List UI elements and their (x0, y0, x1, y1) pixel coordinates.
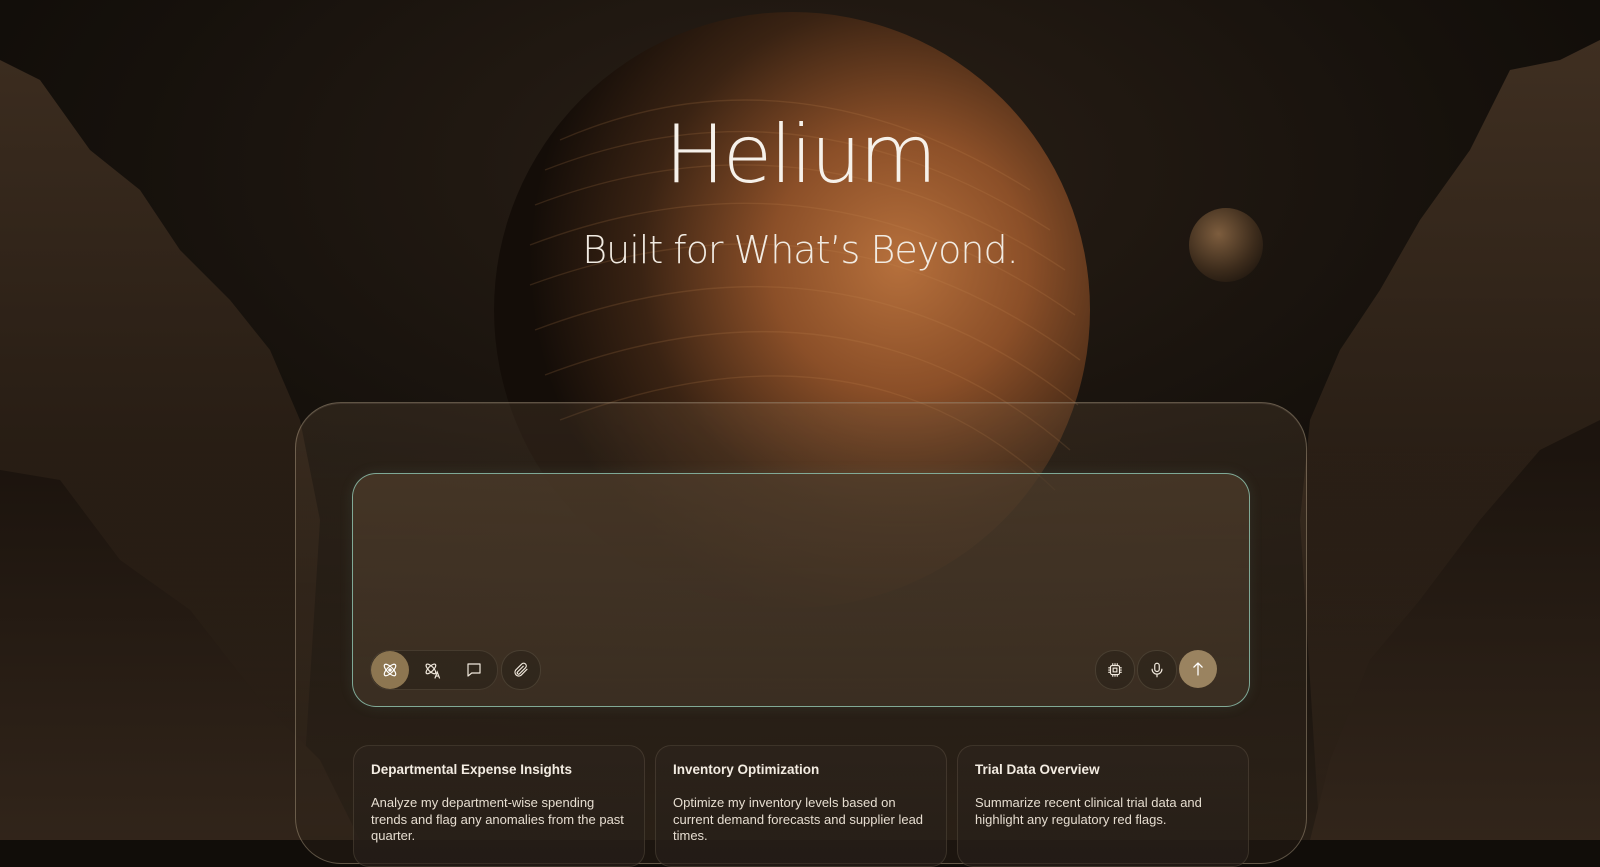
paperclip-icon (514, 662, 528, 677)
cpu-chip-icon (1108, 663, 1122, 677)
suggestion-card[interactable]: Departmental Expense Insights Analyze my… (353, 745, 645, 867)
suggestion-title: Departmental Expense Insights (371, 762, 573, 777)
atom-icon (383, 663, 397, 677)
mode-atom-translate-button[interactable] (413, 651, 451, 689)
prompt-composer (352, 473, 1250, 707)
voice-input-button[interactable] (1137, 650, 1177, 690)
suggestion-card[interactable]: Inventory Optimization Optimize my inven… (655, 745, 947, 867)
mode-toggle-group (370, 650, 498, 690)
send-button[interactable] (1179, 650, 1217, 688)
suggestion-title: Inventory Optimization (673, 762, 820, 777)
suggestion-description: Analyze my department-wise spending tren… (371, 795, 624, 843)
mode-chat-button[interactable] (455, 651, 493, 689)
suggestion-description: Optimize my inventory levels based on cu… (673, 795, 924, 843)
prompt-input[interactable] (373, 490, 1227, 624)
suggestion-description: Summarize recent clinical trial data and… (975, 795, 1202, 827)
attach-button[interactable] (501, 650, 541, 690)
model-chip-button[interactable] (1095, 650, 1135, 690)
hero-subtitle: Built for What’s Beyond. (582, 228, 1018, 272)
microphone-icon (1151, 662, 1163, 678)
suggestion-title: Trial Data Overview (975, 762, 1100, 777)
atom-translate-icon (424, 662, 440, 679)
mode-atom-button[interactable] (371, 651, 409, 689)
arrow-up-icon (1193, 662, 1203, 676)
chat-bubble-icon (467, 663, 481, 677)
suggestion-card[interactable]: Trial Data Overview Summarize recent cli… (957, 745, 1249, 867)
hero-title: Helium (664, 108, 937, 201)
